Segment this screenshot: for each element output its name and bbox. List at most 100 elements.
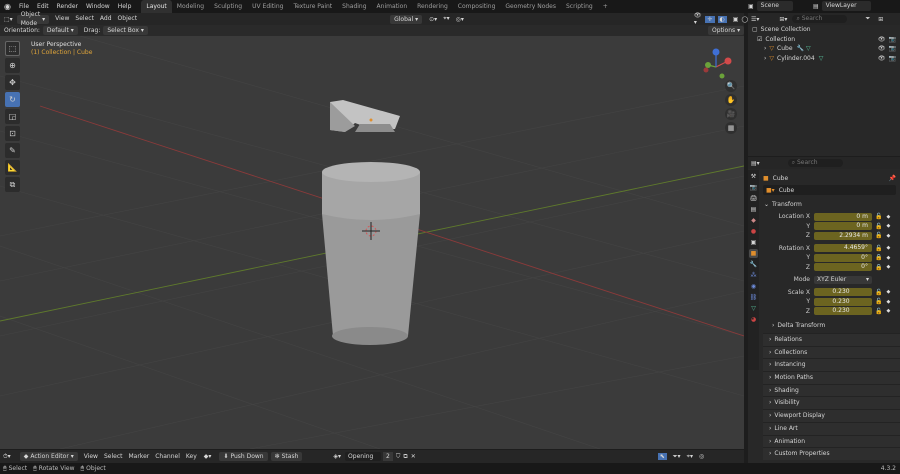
workspace-tab-animation[interactable]: Animation — [372, 0, 413, 13]
keyframe-diamond-icon[interactable]: ◆ — [886, 214, 890, 220]
expand-chevron-icon[interactable]: › — [764, 44, 766, 54]
drag-selector[interactable]: Select Box ▾ — [103, 26, 148, 35]
visibility-icon[interactable]: 👁▾ — [694, 12, 702, 26]
viewport-menu-add[interactable]: Add — [97, 13, 115, 25]
physics-tab-icon[interactable]: ◉ — [749, 282, 758, 291]
render-tab-icon[interactable]: 📷 — [749, 183, 758, 192]
action-users-count[interactable]: 2 — [383, 452, 393, 461]
transform-panel-header[interactable]: ⌄ Transform — [748, 199, 900, 210]
lock-icon[interactable]: 🔒 — [875, 254, 882, 261]
workspace-tab-sculpting[interactable]: Sculpting — [209, 0, 247, 13]
action-name-field[interactable]: Opening — [345, 452, 382, 461]
scale-y-field[interactable]: 0.230 — [814, 297, 872, 306]
rotation-mode-selector[interactable]: XYZ Euler ▾ — [814, 275, 872, 284]
keyframe-diamond-icon[interactable]: ◆ — [886, 223, 890, 229]
object-tab-icon[interactable]: ■ — [749, 249, 758, 258]
scene-selector[interactable]: Scene — [756, 1, 793, 11]
expand-chevron-icon[interactable]: › — [764, 54, 766, 64]
stash-button[interactable]: ✻ Stash — [270, 452, 303, 461]
properties-search-input[interactable]: ⌕ Search — [787, 159, 843, 167]
delta-transform-subpanel[interactable]: › Delta Transform — [748, 320, 900, 331]
panel-animation[interactable]: › Animation — [763, 434, 900, 448]
material-tab-icon[interactable]: ◕ — [749, 315, 758, 324]
perspective-grid-icon[interactable]: ▦ — [725, 122, 737, 134]
filter-icon[interactable]: ⏷ — [865, 15, 870, 23]
lock-icon[interactable]: 🔓 — [875, 213, 882, 220]
workspace-tab-layout[interactable]: Layout — [141, 0, 172, 13]
viewport-menu-view[interactable]: View — [52, 13, 72, 25]
world-tab-icon[interactable]: ● — [749, 227, 758, 236]
panel-viewport-display[interactable]: › Viewport Display — [763, 409, 900, 422]
panel-visibility[interactable]: › Visibility — [763, 396, 900, 410]
object-data-row[interactable]: ■▾ Cube — [763, 185, 896, 195]
camera-view-icon[interactable]: 🎥 — [725, 108, 737, 120]
workspace-tab-texture-paint[interactable]: Texture Paint — [288, 0, 337, 13]
gizmo-toggle-icon[interactable]: ✛ — [705, 15, 715, 23]
filter-view-icon[interactable]: ⊞▾ — [779, 16, 787, 23]
workspace-tab-compositing[interactable]: Compositing — [453, 0, 501, 13]
keyframe-diamond-icon[interactable]: ◆ — [886, 245, 890, 251]
modifier-tab-icon[interactable]: 🔧 — [749, 260, 758, 269]
outliner-row-scene-collection[interactable]: ▢ Scene Collection — [748, 25, 900, 35]
location-y-field[interactable]: 0 m — [814, 222, 872, 231]
push-down-button[interactable]: ⬇ Push Down — [219, 452, 268, 461]
blender-logo-icon[interactable]: ◉ — [0, 2, 15, 11]
collection-checkbox-icon[interactable]: ☑ — [757, 35, 762, 45]
properties-editor-icon[interactable]: ▤▾ — [751, 160, 760, 167]
lock-icon[interactable]: 🔓 — [875, 232, 882, 239]
xray-icon[interactable]: ▣ — [733, 16, 739, 23]
snap-magnet-icon[interactable]: ⌖▾ — [687, 453, 693, 461]
delete-action-icon[interactable]: ✕ — [411, 453, 416, 460]
editor-mode-selector[interactable]: ◆ Action Editor ▾ — [19, 452, 78, 461]
workspace-tab-rendering[interactable]: Rendering — [412, 0, 453, 13]
pivot-icon[interactable]: ⊙▾ — [429, 16, 437, 23]
fake-user-icon[interactable]: ⛉ — [396, 453, 401, 461]
workspace-tab-shading[interactable]: Shading — [337, 0, 371, 13]
timeline-menu-select[interactable]: Select — [101, 451, 126, 463]
workspace-tab-geometry-nodes[interactable]: Geometry Nodes — [500, 0, 561, 13]
data-tab-icon[interactable]: ▽ — [749, 304, 758, 313]
transform-orientation-selector[interactable]: Global ▾ — [390, 14, 423, 24]
timeline-menu-view[interactable]: View — [81, 451, 101, 463]
proportional-edit-icon[interactable]: ◎▾ — [456, 16, 464, 23]
rotation-y-field[interactable]: 0° — [814, 253, 872, 262]
rotation-x-field[interactable]: 4.4659° — [814, 244, 872, 253]
timeline-menu-channel[interactable]: Channel — [152, 451, 183, 463]
lock-icon[interactable]: 🔓 — [875, 298, 882, 305]
panel-custom-properties[interactable]: › Custom Properties — [763, 447, 900, 460]
move-tool-icon[interactable]: ✥ — [5, 75, 20, 90]
keyframe-diamond-icon[interactable]: ◆ — [886, 299, 890, 305]
keyframe-diamond-icon[interactable]: ◆ — [886, 255, 890, 261]
tool-tab-icon[interactable]: ⚒ — [749, 172, 758, 181]
scale-tool-icon[interactable]: ◲ — [5, 109, 20, 124]
snap-icon[interactable]: ⌖▾ — [443, 15, 449, 23]
timeline-menu-marker[interactable]: Marker — [125, 451, 152, 463]
cursor-tool-icon[interactable]: ⊕ — [5, 58, 20, 73]
3d-viewport[interactable]: 🔍 ✋ 🎥 ▦ — [0, 36, 744, 449]
transform-tool-icon[interactable]: ⊡ — [5, 126, 20, 141]
new-collection-icon[interactable]: ⊞ — [878, 16, 883, 23]
annotate-tool-icon[interactable]: ✎ — [5, 143, 20, 158]
timeline-editor-icon[interactable]: ⏱▾ — [0, 453, 14, 461]
keyframe-diamond-icon[interactable]: ◆ — [886, 264, 890, 270]
scene-tab-icon[interactable]: ◆ — [749, 216, 758, 225]
panel-instancing[interactable]: › Instancing — [763, 358, 900, 372]
overlay-icon[interactable]: ◐ — [717, 15, 727, 23]
duplicate-action-icon[interactable]: ⧉ — [403, 453, 407, 461]
lock-icon[interactable]: 🔓 — [875, 223, 882, 230]
orientation-selector[interactable]: Default ▾ — [42, 26, 78, 35]
select-box-icon[interactable]: ⬚ — [5, 41, 20, 56]
menu-help[interactable]: Help — [114, 0, 136, 13]
action-browse-icon[interactable]: ◈▾ — [333, 453, 341, 460]
workspace-tab-scripting[interactable]: Scripting — [561, 0, 598, 13]
outliner-editor-icon[interactable]: ☰▾ — [751, 16, 759, 23]
pin-icon[interactable]: 📌 — [889, 175, 896, 182]
keyframe-type-icon[interactable]: ◆▾ — [204, 453, 212, 460]
keyframe-diamond-icon[interactable]: ◆ — [886, 233, 890, 239]
panel-motion-paths[interactable]: › Motion Paths — [763, 371, 900, 384]
keyframe-diamond-icon[interactable]: ◆ — [886, 289, 890, 295]
lock-icon[interactable]: 🔓 — [875, 308, 882, 315]
filter-selected-icon[interactable]: ⬉ — [657, 453, 667, 460]
proportional-icon[interactable]: ◎ — [699, 453, 704, 460]
collection-tab-icon[interactable]: ▣ — [749, 238, 758, 247]
